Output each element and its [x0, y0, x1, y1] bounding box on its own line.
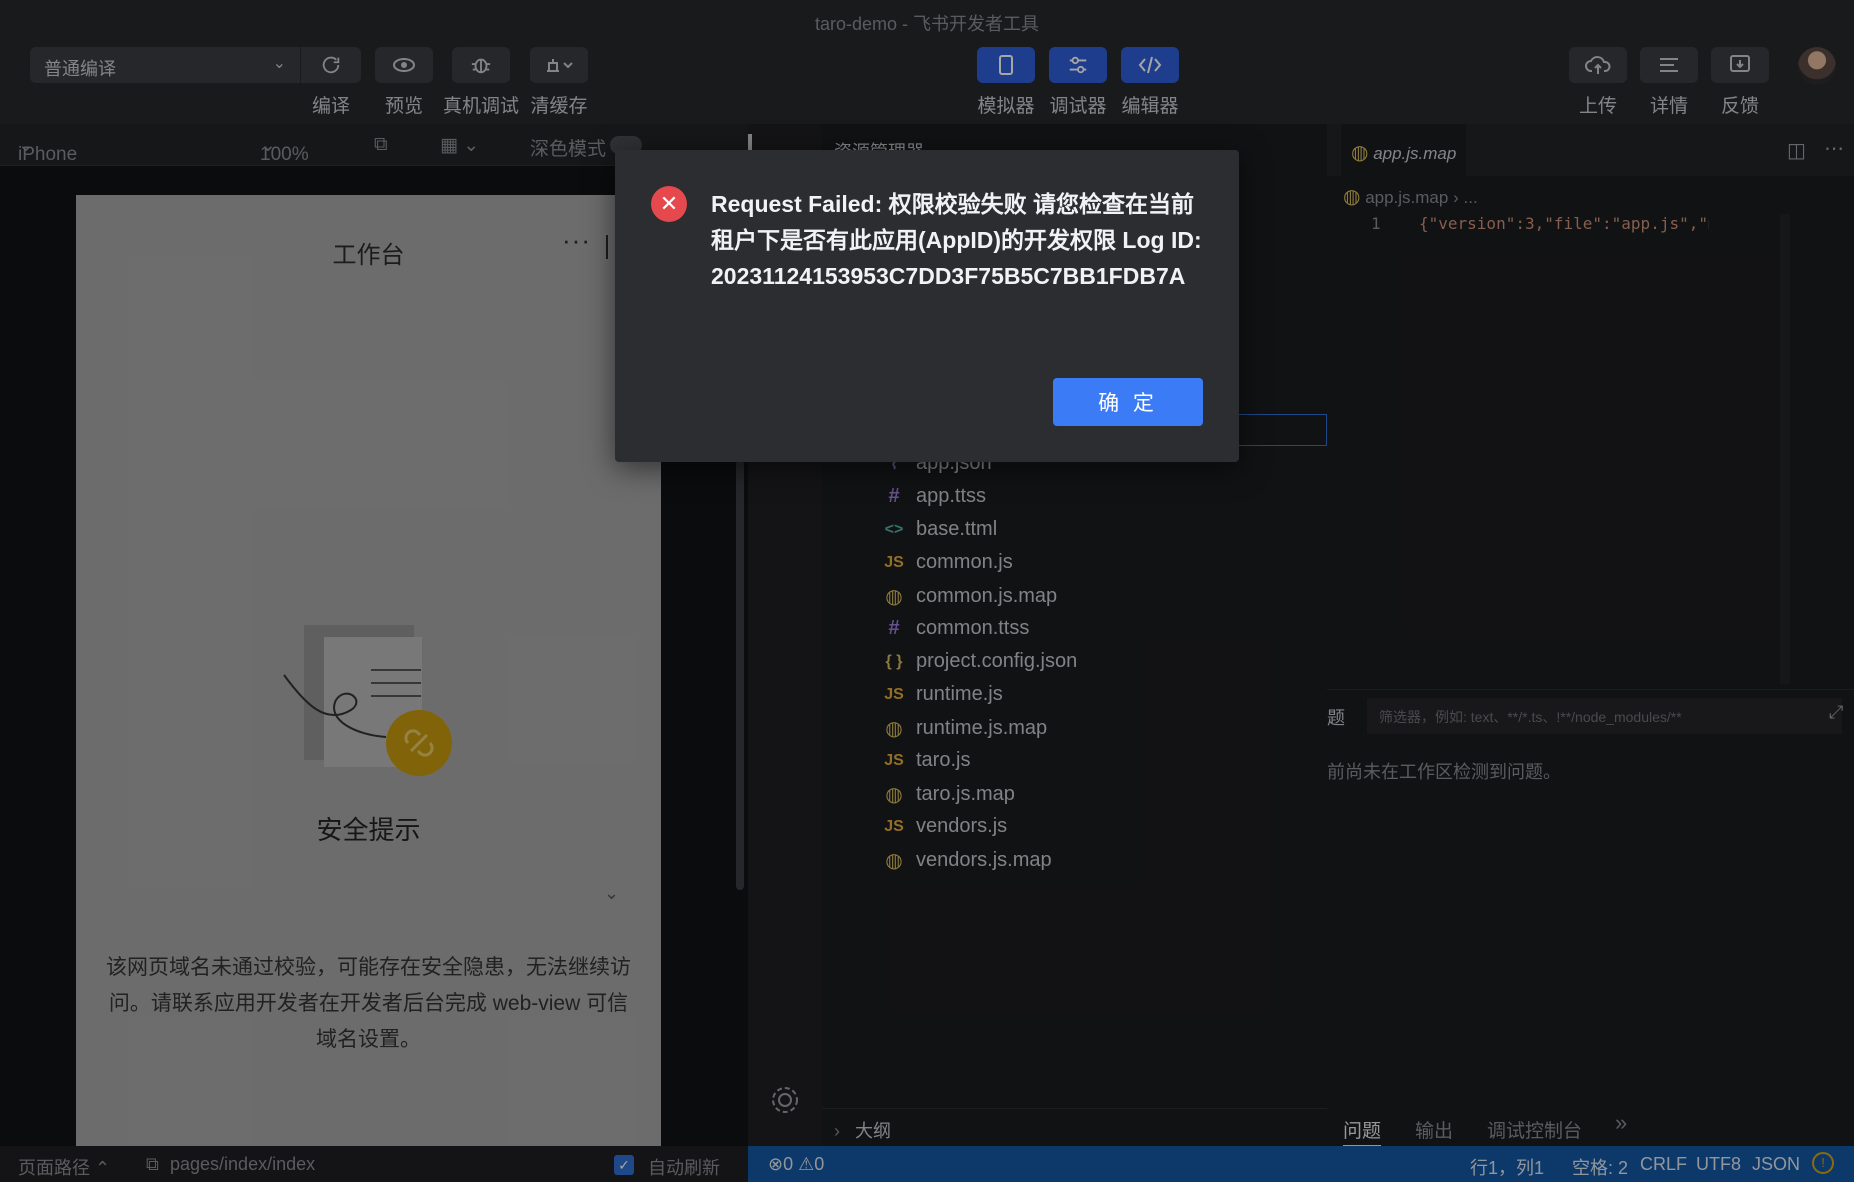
error-icon: ✕	[651, 186, 687, 222]
error-message: Request Failed: 权限校验失败 请您检查在当前租户下是否有此应用(…	[711, 191, 1202, 289]
confirm-button[interactable]: 确 定	[1053, 378, 1203, 426]
error-dialog: ✕ Request Failed: 权限校验失败 请您检查在当前租户下是否有此应…	[615, 150, 1239, 462]
